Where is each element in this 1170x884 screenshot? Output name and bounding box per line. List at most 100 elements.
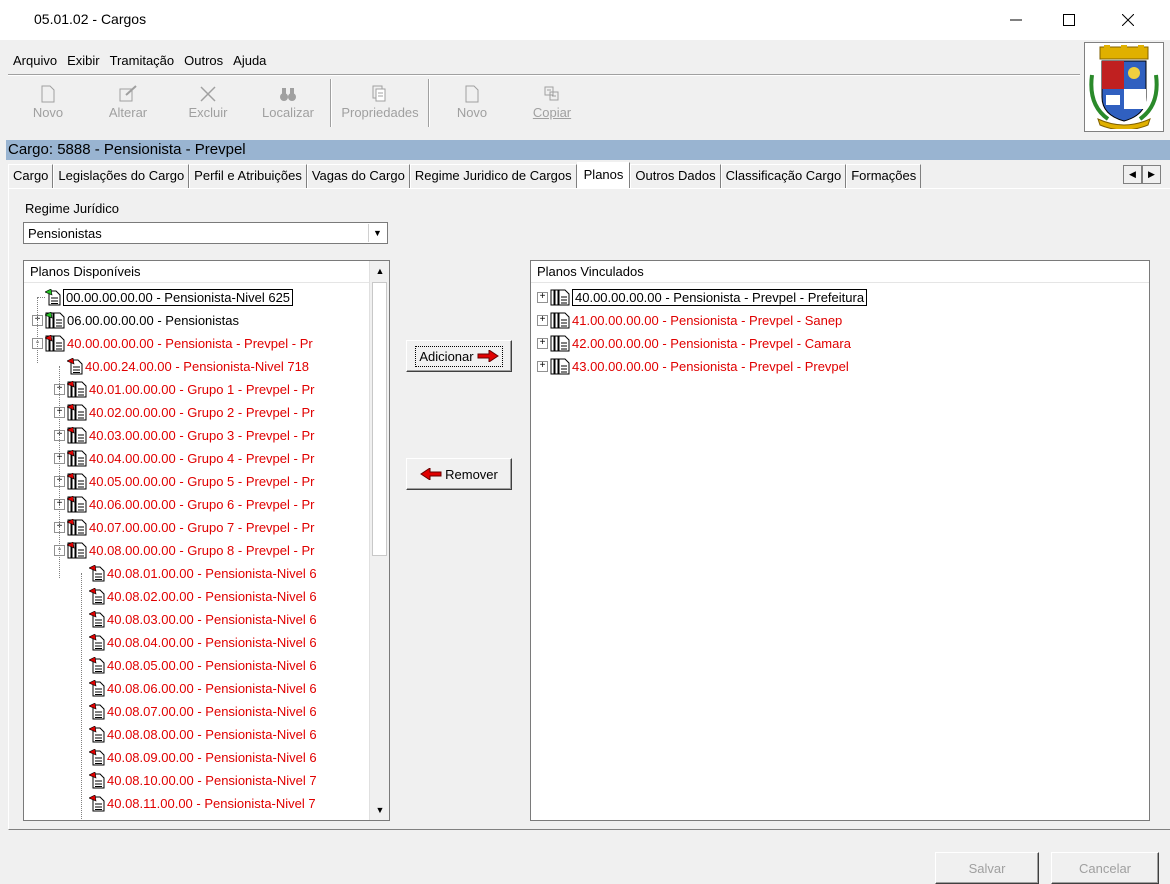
tab-outros-dados[interactable]: Outros Dados bbox=[630, 164, 721, 188]
tab-bar: Cargo Legislações do Cargo Perfil e Atri… bbox=[8, 162, 922, 188]
right-tree-item[interactable]: +40.00.00.00.00 - Pensionista - Prevpel … bbox=[537, 286, 868, 309]
tab-legislacoes[interactable]: Legislações do Cargo bbox=[53, 164, 190, 188]
document-red-icon bbox=[89, 749, 105, 766]
left-tree-item[interactable]: +40.01.00.00.00 - Grupo 1 - Prevpel - Pr bbox=[54, 378, 314, 401]
left-tree-item[interactable]: +40.06.00.00.00 - Grupo 6 - Prevpel - Pr bbox=[54, 493, 314, 516]
tab-classificacao[interactable]: Classificação Cargo bbox=[720, 164, 847, 188]
tree-item-label: 40.08.02.00.00 - Pensionista-Nivel 6 bbox=[107, 589, 317, 604]
left-tree-item[interactable]: 40.08.08.00.00 - Pensionista-Nivel 6 bbox=[76, 723, 317, 746]
excluir-label: Excluir bbox=[188, 105, 228, 120]
tab-cargo[interactable]: Cargo bbox=[8, 164, 54, 188]
right-tree-item[interactable]: +42.00.00.00.00 - Pensionista - Prevpel … bbox=[537, 332, 851, 355]
close-button[interactable] bbox=[1105, 0, 1151, 40]
scroll-down-button[interactable]: ▼ bbox=[371, 801, 389, 819]
toolbar-separator bbox=[428, 79, 430, 127]
excluir-button[interactable]: Excluir bbox=[168, 77, 248, 129]
novo2-button[interactable]: Novo bbox=[432, 77, 512, 129]
tab-planos[interactable]: Planos bbox=[576, 162, 631, 188]
menu-outros[interactable]: Outros bbox=[179, 53, 228, 68]
cancelar-button[interactable]: Cancelar bbox=[1051, 852, 1159, 884]
document-stack-icon bbox=[67, 519, 87, 536]
menu-arquivo[interactable]: Arquivo bbox=[8, 53, 62, 68]
maximize-button[interactable] bbox=[1046, 0, 1092, 40]
propriedades-button[interactable]: Propriedades bbox=[334, 77, 426, 129]
tree-line bbox=[59, 366, 60, 578]
tree-item-label: 40.08.00.00.00 - Grupo 8 - Prevpel - Pr bbox=[89, 543, 315, 558]
left-tree-item[interactable]: 40.08.01.00.00 - Pensionista-Nivel 6 bbox=[76, 562, 317, 585]
regime-label: Regime Jurídico bbox=[25, 201, 119, 216]
expand-icon[interactable]: + bbox=[537, 361, 548, 372]
tab-scroll-left-button[interactable]: ◀ bbox=[1123, 165, 1142, 184]
left-tree-item[interactable]: +06.00.00.00.00 - Pensionistas bbox=[32, 309, 239, 332]
left-tree-item[interactable]: 00.00.00.00.00 - Pensionista-Nivel 625 bbox=[32, 286, 294, 309]
tree-item-label: 00.00.00.00.00 - Pensionista-Nivel 625 bbox=[63, 289, 294, 306]
left-tree-item[interactable]: 40.08.09.00.00 - Pensionista-Nivel 6 bbox=[76, 746, 317, 769]
toolbar: Novo Alterar Excluir Localizar Proprieda… bbox=[8, 77, 592, 131]
left-tree-item[interactable]: 40.08.04.00.00 - Pensionista-Nivel 6 bbox=[76, 631, 317, 654]
propriedades-label: Propriedades bbox=[341, 105, 419, 120]
left-tree-item[interactable]: 40.08.10.00.00 - Pensionista-Nivel 7 bbox=[76, 769, 317, 792]
tab-vagas[interactable]: Vagas do Cargo bbox=[306, 164, 410, 188]
document-stack-icon bbox=[67, 427, 87, 444]
menu-ajuda[interactable]: Ajuda bbox=[228, 53, 271, 68]
document-red-icon bbox=[89, 565, 105, 582]
tab-regime[interactable]: Regime Juridico de Cargos bbox=[409, 164, 577, 188]
copiar-button[interactable]: Copiar bbox=[512, 77, 592, 129]
menu-exibir[interactable]: Exibir bbox=[62, 53, 105, 68]
planos-disponiveis-list[interactable]: Planos Disponíveis 00.00.00.00.00 - Pens… bbox=[23, 260, 390, 821]
binoculars-icon bbox=[280, 88, 296, 101]
left-tree-item[interactable]: 40.08.07.00.00 - Pensionista-Nivel 6 bbox=[76, 700, 317, 723]
tree-item-label: 40.08.10.00.00 - Pensionista-Nivel 7 bbox=[107, 773, 317, 788]
tree-item-label: 40.08.04.00.00 - Pensionista-Nivel 6 bbox=[107, 635, 317, 650]
localizar-button[interactable]: Localizar bbox=[248, 77, 328, 129]
remover-button[interactable]: Remover bbox=[406, 458, 512, 490]
document-stack-icon bbox=[550, 289, 570, 306]
triangle-right-icon: ▶ bbox=[1148, 169, 1155, 179]
salvar-button[interactable]: Salvar bbox=[935, 852, 1039, 884]
left-tree-item[interactable]: -40.08.00.00.00 - Grupo 8 - Prevpel - Pr bbox=[54, 539, 314, 562]
menu-separator bbox=[8, 74, 1080, 76]
left-tree-item[interactable]: +40.04.00.00.00 - Grupo 4 - Prevpel - Pr bbox=[54, 447, 314, 470]
tree-item-label: 42.00.00.00.00 - Pensionista - Prevpel -… bbox=[572, 336, 851, 351]
alterar-button[interactable]: Alterar bbox=[88, 77, 168, 129]
regime-select[interactable]: Pensionistas ▼ bbox=[23, 222, 388, 244]
adicionar-button[interactable]: Adicionar bbox=[406, 340, 512, 372]
tree-item-label: 40.02.00.00.00 - Grupo 2 - Prevpel - Pr bbox=[89, 405, 315, 420]
expand-icon[interactable]: + bbox=[537, 338, 548, 349]
left-tree-item[interactable]: 40.08.11.00.00 - Pensionista-Nivel 7 bbox=[76, 792, 316, 815]
right-tree-item[interactable]: +41.00.00.00.00 - Pensionista - Prevpel … bbox=[537, 309, 842, 332]
left-tree-item[interactable]: +40.05.00.00.00 - Grupo 5 - Prevpel - Pr bbox=[54, 470, 314, 493]
expand-icon[interactable]: + bbox=[537, 292, 548, 303]
left-tree-item[interactable]: -40.00.00.00.00 - Pensionista - Prevpel … bbox=[32, 332, 313, 355]
scroll-up-button[interactable]: ▲ bbox=[371, 262, 389, 280]
left-tree-item[interactable]: 40.08.05.00.00 - Pensionista-Nivel 6 bbox=[76, 654, 317, 677]
menu-tramitacao[interactable]: Tramitação bbox=[105, 53, 180, 68]
document-red-icon bbox=[89, 726, 105, 743]
document-stack-icon bbox=[67, 450, 87, 467]
right-tree-item[interactable]: +43.00.00.00.00 - Pensionista - Prevpel … bbox=[537, 355, 849, 378]
left-tree-item[interactable]: +40.03.00.00.00 - Grupo 3 - Prevpel - Pr bbox=[54, 424, 314, 447]
tab-formacoes[interactable]: Formações bbox=[846, 164, 922, 188]
document-red-icon bbox=[89, 611, 105, 628]
dropdown-arrow-icon[interactable]: ▼ bbox=[368, 224, 386, 242]
left-tree-item[interactable]: 40.08.03.00.00 - Pensionista-Nivel 6 bbox=[76, 608, 317, 631]
tab-perfil[interactable]: Perfil e Atribuições bbox=[189, 164, 307, 188]
left-tree-item[interactable]: 40.08.02.00.00 - Pensionista-Nivel 6 bbox=[76, 585, 317, 608]
planos-vinculados-header: Planos Vinculados bbox=[531, 261, 1149, 283]
planos-vinculados-list[interactable]: Planos Vinculados +40.00.00.00.00 - Pens… bbox=[530, 260, 1150, 821]
left-tree-item[interactable]: +40.02.00.00.00 - Grupo 2 - Prevpel - Pr bbox=[54, 401, 314, 424]
left-tree-item[interactable]: 40.08.06.00.00 - Pensionista-Nivel 6 bbox=[76, 677, 317, 700]
expand-icon[interactable]: + bbox=[537, 315, 548, 326]
left-list-scrollbar[interactable]: ▲ ▼ bbox=[369, 261, 389, 820]
left-tree-item[interactable]: +40.07.00.00.00 - Grupo 7 - Prevpel - Pr bbox=[54, 516, 314, 539]
tree-item-label: 40.08.03.00.00 - Pensionista-Nivel 6 bbox=[107, 612, 317, 627]
minimize-button[interactable] bbox=[993, 0, 1039, 40]
planos-disponiveis-header: Planos Disponíveis bbox=[24, 261, 370, 283]
document-stack-icon bbox=[67, 404, 87, 421]
scroll-thumb[interactable] bbox=[372, 282, 387, 556]
left-tree-item[interactable]: 40.00.24.00.00 - Pensionista-Nivel 718 bbox=[54, 355, 309, 378]
document-red-icon bbox=[67, 358, 83, 375]
novo-button[interactable]: Novo bbox=[8, 77, 88, 129]
tab-scroll-right-button[interactable]: ▶ bbox=[1142, 165, 1161, 184]
tree-item-label: 40.08.06.00.00 - Pensionista-Nivel 6 bbox=[107, 681, 317, 696]
